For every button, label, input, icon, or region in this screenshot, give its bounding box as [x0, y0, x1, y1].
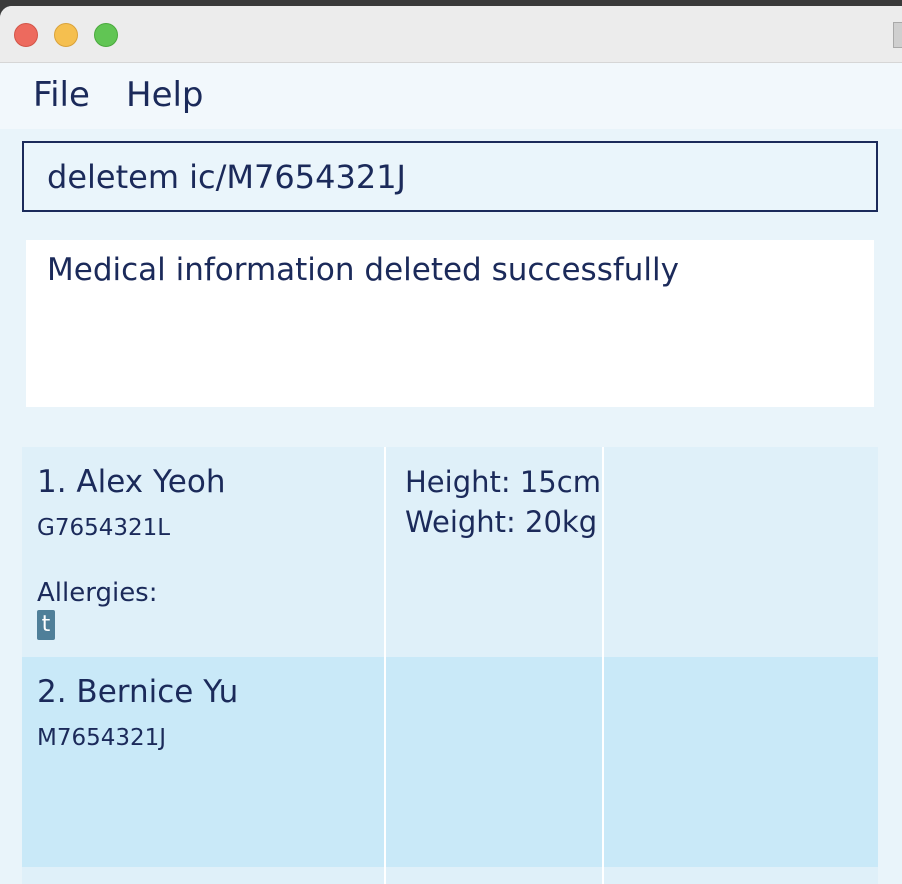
app-window: File Help deletem ic/M7654321J Medical i…	[0, 6, 902, 884]
column-divider	[602, 657, 604, 867]
result-display: Medical information deleted successfully	[26, 240, 874, 407]
column-divider	[384, 657, 386, 867]
person-name: 1. Alex Yeoh	[37, 464, 226, 500]
column-divider	[384, 867, 386, 884]
person-card-partial[interactable]	[22, 867, 878, 884]
person-ic: G7654321L	[37, 515, 171, 541]
column-divider	[602, 447, 604, 657]
menu-file[interactable]: File	[33, 75, 90, 115]
person-list[interactable]: 1. Alex Yeoh G7654321L Allergies: t Heig…	[22, 447, 878, 884]
command-input[interactable]: deletem ic/M7654321J	[22, 141, 878, 212]
column-divider	[602, 867, 604, 884]
title-bar	[0, 6, 902, 63]
minimize-window-button[interactable]	[54, 23, 78, 47]
maximize-window-button[interactable]	[94, 23, 118, 47]
person-ic: M7654321J	[37, 725, 167, 751]
person-name: 2. Bernice Yu	[37, 674, 239, 710]
weight-value: Weight: 20kg	[405, 505, 598, 539]
person-card[interactable]: 2. Bernice Yu M7654321J	[22, 657, 878, 867]
height-value: Height: 15cm	[405, 465, 601, 499]
allergy-tag: t	[37, 610, 55, 640]
person-card[interactable]: 1. Alex Yeoh G7654321L Allergies: t Heig…	[22, 447, 878, 657]
command-input-value: deletem ic/M7654321J	[47, 158, 406, 196]
close-window-button[interactable]	[14, 23, 38, 47]
window-edge-icon	[893, 22, 902, 48]
menu-bar: File Help	[0, 63, 902, 129]
main-content: deletem ic/M7654321J Medical information…	[0, 129, 902, 884]
allergies-label: Allergies:	[37, 578, 158, 608]
column-divider	[384, 447, 386, 657]
menu-help[interactable]: Help	[126, 75, 204, 115]
result-message: Medical information deleted successfully	[47, 252, 679, 288]
